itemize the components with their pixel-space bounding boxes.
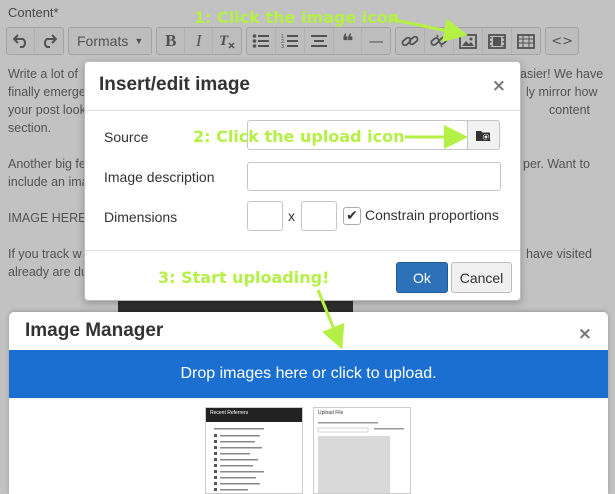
annotation-step-2: 2: Click the upload icon [193, 127, 405, 146]
thumbnail-heading: Recent Referrers [206, 408, 302, 422]
dimensions-separator: x [288, 208, 295, 224]
ok-button[interactable]: Ok [396, 262, 448, 293]
folder-search-icon [475, 130, 491, 142]
image-description-input[interactable] [247, 162, 501, 191]
thumbnail-preview [317, 422, 404, 493]
annotation-step-3: 3: Start uploading! [158, 268, 330, 287]
image-manager-panel: Image Manager × Drop images here or clic… [9, 312, 608, 494]
close-icon[interactable]: × [492, 76, 506, 96]
image-thumbnail[interactable]: Upload File [313, 407, 411, 494]
source-label: Source [104, 129, 149, 145]
insert-image-dialog: Insert/edit image × Source Image descrip… [84, 61, 521, 301]
cancel-button[interactable]: Cancel [451, 262, 512, 293]
image-thumbnail[interactable]: Recent Referrers [205, 407, 303, 494]
close-icon[interactable]: × [578, 324, 592, 344]
thumbnail-heading: Upload File [318, 410, 344, 416]
description-label: Image description [104, 169, 215, 185]
dialog-divider [85, 110, 520, 111]
upload-drop-zone[interactable]: Drop images here or click to upload. [9, 350, 608, 398]
width-input[interactable] [247, 201, 283, 231]
dialog-title: Insert/edit image [99, 74, 250, 95]
annotation-step-1: 1: Click the image icon [194, 8, 400, 27]
constrain-proportions-checkbox[interactable]: ✔ [343, 207, 361, 225]
constrain-proportions-label: Constrain proportions [365, 207, 499, 223]
height-input[interactable] [301, 201, 337, 231]
dialog-footer-divider [85, 250, 520, 251]
dimensions-label: Dimensions [104, 209, 178, 225]
image-manager-title: Image Manager [25, 320, 164, 341]
thumbnail-preview [214, 428, 264, 491]
browse-upload-button[interactable] [467, 120, 500, 150]
